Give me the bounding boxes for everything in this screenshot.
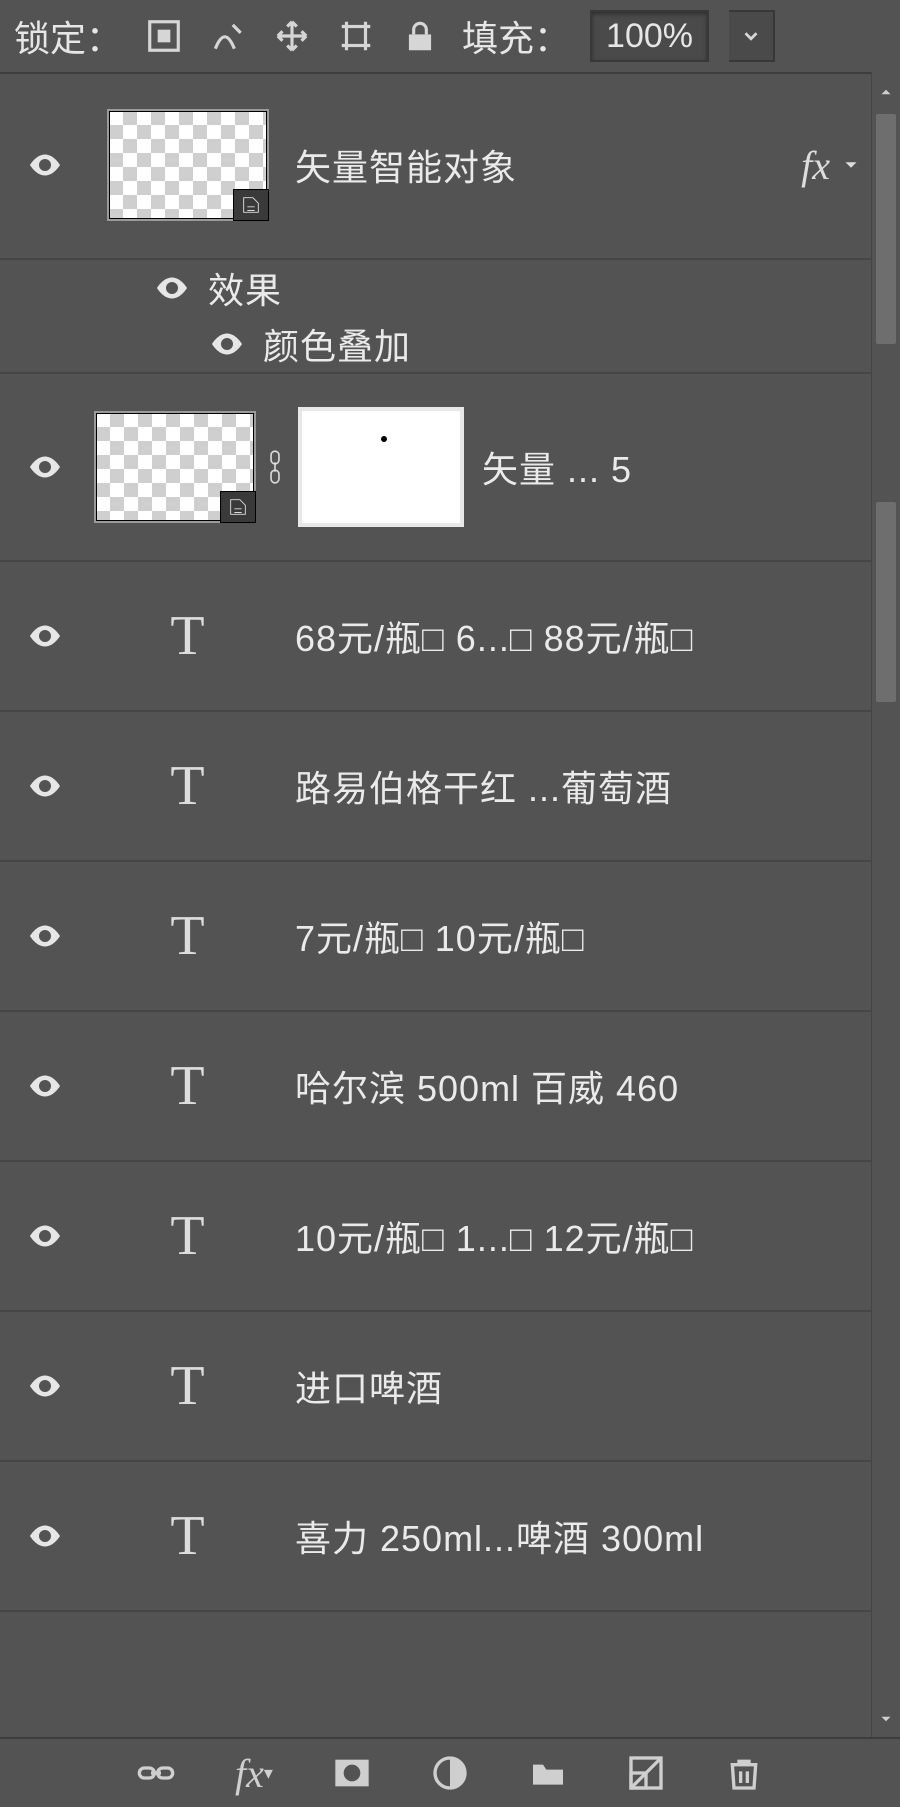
effect-name: 颜色叠加	[257, 318, 872, 370]
layer-thumbnail[interactable]	[90, 109, 285, 221]
visibility-toggle[interactable]	[0, 1368, 90, 1404]
visibility-toggle[interactable]	[0, 147, 90, 183]
visibility-toggle[interactable]	[0, 326, 257, 362]
layer-row[interactable]: 矢量 ... 5	[0, 374, 872, 562]
layers-bottom-bar: fx▾	[0, 1737, 900, 1807]
layer-name[interactable]: 路易伯格干红 ...葡萄酒	[285, 760, 872, 812]
layer-name[interactable]: 进口啤酒	[285, 1360, 872, 1412]
layer-name[interactable]: 68元/瓶□ 6...□ 88元/瓶□	[285, 610, 872, 662]
layer-effects-row[interactable]: 效果	[0, 260, 872, 316]
effects-label: 效果	[202, 262, 872, 314]
new-group-icon[interactable]	[526, 1751, 570, 1795]
layer-row[interactable]: 矢量智能对象 fx	[0, 72, 872, 260]
layer-row[interactable]: T 喜力 250ml...啤酒 300ml	[0, 1462, 872, 1612]
lock-artboard-icon[interactable]	[334, 14, 378, 58]
text-layer-icon: T	[90, 1504, 285, 1568]
visibility-toggle[interactable]	[0, 618, 90, 654]
layer-style-icon[interactable]: fx▾	[232, 1751, 276, 1795]
smart-object-badge-icon	[233, 189, 269, 221]
scrollbar-thumb[interactable]	[876, 502, 896, 702]
text-layer-icon: T	[90, 904, 285, 968]
layer-row[interactable]: T 7元/瓶□ 10元/瓶□	[0, 862, 872, 1012]
layer-effect-item-row[interactable]: 颜色叠加	[0, 316, 872, 374]
layer-name[interactable]: 10元/瓶□ 1...□ 12元/瓶□	[285, 1210, 872, 1262]
visibility-toggle[interactable]	[0, 768, 90, 804]
new-layer-icon[interactable]	[624, 1751, 668, 1795]
fill-value-text: 100%	[606, 17, 693, 56]
visibility-toggle[interactable]	[0, 270, 202, 306]
layer-row[interactable]: T 进口啤酒	[0, 1312, 872, 1462]
layer-name[interactable]: 7元/瓶□ 10元/瓶□	[285, 910, 872, 962]
text-layer-icon: T	[90, 754, 285, 818]
layers-list: 矢量智能对象 fx 效果 颜色叠加	[0, 72, 872, 1739]
lock-all-icon[interactable]	[398, 14, 442, 58]
lock-image-icon[interactable]	[206, 14, 250, 58]
layer-row[interactable]: T 68元/瓶□ 6...□ 88元/瓶□	[0, 562, 872, 712]
adjustment-layer-icon[interactable]	[428, 1751, 472, 1795]
smart-object-badge-icon	[220, 491, 256, 523]
layer-name[interactable]: 哈尔滨 500ml 百威 460	[285, 1060, 872, 1112]
visibility-toggle[interactable]	[0, 1218, 90, 1254]
fill-value-field[interactable]: 100%	[590, 10, 709, 62]
layer-row[interactable]: T 路易伯格干红 ...葡萄酒	[0, 712, 872, 862]
add-mask-icon[interactable]	[330, 1751, 374, 1795]
visibility-toggle[interactable]	[0, 1068, 90, 1104]
text-layer-icon: T	[90, 604, 285, 668]
text-layer-icon: T	[90, 1354, 285, 1418]
scroll-up-icon[interactable]	[872, 72, 900, 112]
scroll-down-icon[interactable]	[872, 1699, 900, 1739]
fill-label: 填充：	[462, 10, 570, 62]
layer-thumbnail[interactable]	[90, 411, 260, 523]
visibility-toggle[interactable]	[0, 449, 90, 485]
lock-bar: 锁定： 填充： 100%	[0, 0, 900, 74]
link-mask-icon[interactable]	[260, 448, 290, 486]
layer-name[interactable]: 矢量智能对象	[285, 139, 801, 191]
layer-row[interactable]: T 10元/瓶□ 1...□ 12元/瓶□	[0, 1162, 872, 1312]
lock-label: 锁定：	[14, 10, 122, 62]
fx-badge[interactable]: fx	[801, 142, 830, 189]
lock-transparent-icon[interactable]	[142, 14, 186, 58]
layer-row[interactable]: T 哈尔滨 500ml 百威 460	[0, 1012, 872, 1162]
fx-collapse-toggle[interactable]	[836, 154, 866, 176]
layer-name[interactable]: 喜力 250ml...啤酒 300ml	[285, 1510, 872, 1562]
fill-dropdown-button[interactable]	[729, 10, 775, 62]
layer-name[interactable]: 矢量 ... 5	[472, 441, 872, 493]
scrollbar[interactable]	[871, 72, 900, 1739]
scrollbar-thumb[interactable]	[876, 114, 896, 344]
layer-mask-thumbnail[interactable]	[298, 407, 464, 527]
lock-position-icon[interactable]	[270, 14, 314, 58]
text-layer-icon: T	[90, 1054, 285, 1118]
visibility-toggle[interactable]	[0, 918, 90, 954]
text-layer-icon: T	[90, 1204, 285, 1268]
delete-layer-icon[interactable]	[722, 1751, 766, 1795]
link-layers-icon[interactable]	[134, 1751, 178, 1795]
visibility-toggle[interactable]	[0, 1518, 90, 1554]
